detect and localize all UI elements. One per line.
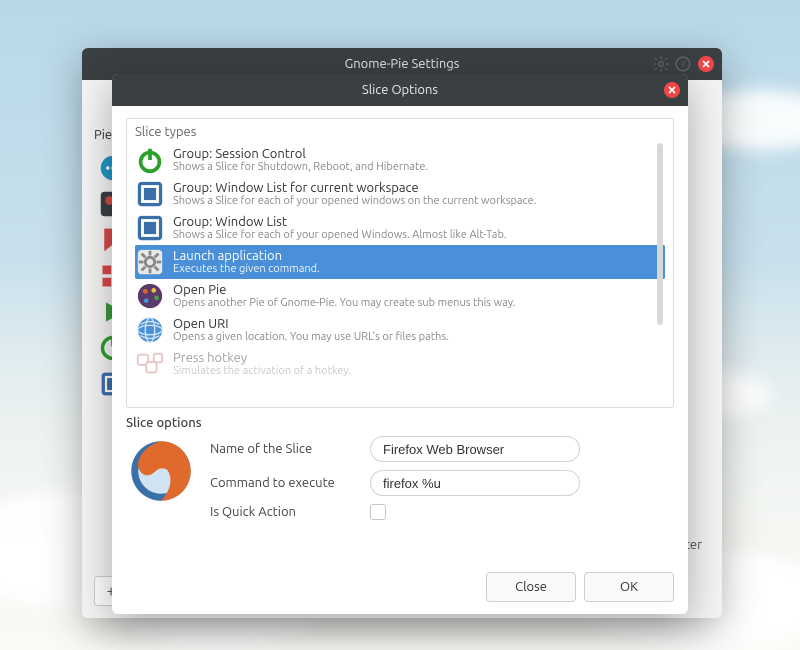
name-label: Name of the Slice [210,442,370,456]
slice-types-header: Slice types [135,125,665,139]
slice-type-title: Group: Window List for current workspace [173,181,536,195]
close-button[interactable]: Close [486,572,576,602]
slice-type-icon [135,247,165,277]
settings-close-button[interactable] [698,56,714,72]
firefox-icon [126,436,196,506]
quick-action-label: Is Quick Action [210,505,370,519]
slice-type-subtitle: Simulates the activation of a hotkey. [173,365,351,377]
svg-text:?: ? [681,59,685,70]
slice-type-row[interactable]: Open URIOpens a given location. You may … [135,313,665,347]
slice-type-icon [135,213,165,243]
slice-type-icon [135,315,165,345]
slice-type-title: Press hotkey [173,351,351,365]
slice-type-title: Group: Window List [173,215,507,229]
slice-type-icon [135,179,165,209]
command-input[interactable] [370,470,580,496]
slice-type-row[interactable]: Group: Window ListShows a Slice for each… [135,211,665,245]
slice-type-subtitle: Executes the given command. [173,263,320,275]
options-close-button[interactable] [664,82,680,98]
slice-type-row[interactable]: Group: Session ControlShows a Slice for … [135,143,665,177]
slice-type-subtitle: Opens another Pie of Gnome-Pie. You may … [173,297,516,309]
slice-type-icon [135,349,165,379]
slice-options-form: Name of the Slice Command to execute Is … [210,436,674,520]
slice-type-row[interactable]: Press hotkeySimulates the activation of … [135,347,665,381]
slice-type-subtitle: Opens a given location. You may use URL'… [173,331,449,343]
slice-type-row[interactable]: Launch applicationExecutes the given com… [135,245,665,279]
settings-title: Gnome-Pie Settings [345,57,460,71]
scrollbar[interactable] [657,143,663,325]
slice-name-input[interactable] [370,436,580,462]
slice-type-subtitle: Shows a Slice for each of your opened Wi… [173,229,507,241]
slice-type-row[interactable]: Group: Window List for current workspace… [135,177,665,211]
cog-icon[interactable] [652,55,670,73]
options-title: Slice Options [362,83,438,97]
slice-types-list[interactable]: Group: Session ControlShows a Slice for … [135,143,665,403]
slice-type-icon [135,145,165,175]
quick-action-checkbox[interactable] [370,504,386,520]
slice-type-subtitle: Shows a Slice for Shutdown, Reboot, and … [173,161,428,173]
slice-type-title: Launch application [173,249,320,263]
slice-type-title: Open Pie [173,283,516,297]
dialog-button-row: Close OK [126,562,674,602]
slice-type-title: Open URI [173,317,449,331]
slice-type-row[interactable]: Open PieOpens another Pie of Gnome-Pie. … [135,279,665,313]
slice-types-frame: Slice types Group: Session ControlShows … [126,118,674,408]
slice-options-dialog: Slice Options Slice types Group: Session… [112,74,688,614]
slice-options-header: Slice options [126,416,674,430]
ok-button[interactable]: OK [584,572,674,602]
slice-type-title: Group: Session Control [173,147,428,161]
options-titlebar: Slice Options [112,74,688,106]
close-icon [667,85,677,95]
slice-type-icon [135,281,165,311]
slice-type-subtitle: Shows a Slice for each of your opened wi… [173,195,536,207]
close-icon [701,59,711,69]
command-label: Command to execute [210,476,370,490]
help-icon[interactable]: ? [674,55,692,73]
